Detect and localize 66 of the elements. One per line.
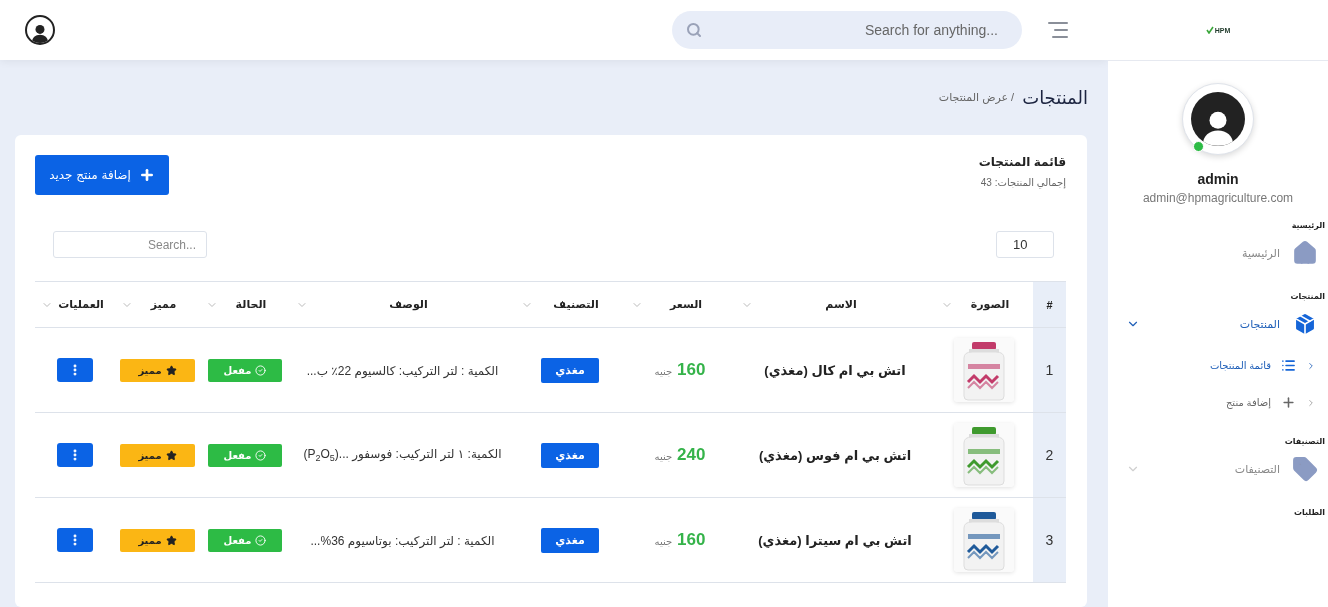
column-header[interactable]: مميز [115, 281, 200, 328]
description: الكمية : لتر التركيب: بوتاسيوم 36%... [310, 533, 495, 548]
user-name: admin [1197, 171, 1239, 187]
search-field[interactable]: Search for anything... [672, 11, 1022, 49]
column-header[interactable]: الحالة [200, 281, 290, 328]
section-title: الطلبات [1292, 508, 1326, 517]
table-search-field[interactable]: Search... [53, 231, 207, 258]
chevron-icon [1306, 360, 1316, 371]
currency: جنيه [654, 366, 673, 377]
breadcrumb: / عرض المنتجات [938, 91, 1015, 104]
star-icon [165, 449, 177, 461]
row-number: 2 [1045, 447, 1054, 463]
column-header[interactable]: العمليات [35, 281, 115, 328]
add-product-button[interactable]: إضافة منتج جديد [35, 155, 169, 195]
products-total: إجمالي المنتجات: 43 [979, 177, 1066, 188]
product-name: اتش بي ام كال (مغذي) [764, 362, 906, 378]
description: الكمية : لتر التركيب: كالسيوم 22٪ ب... [306, 363, 499, 378]
plus-icon [138, 167, 155, 183]
product-name: اتش بي ام فوس (مغذي) [758, 447, 912, 463]
section-title: المنتجات [1289, 292, 1326, 301]
currency: جنيه [654, 536, 673, 547]
column-header[interactable]: الاسم [735, 281, 935, 328]
check-icon [255, 534, 267, 546]
row-number: 1 [1045, 362, 1054, 378]
actions-button[interactable] [57, 443, 93, 467]
category-badge: مغذي [541, 442, 599, 468]
actions-button[interactable] [57, 528, 93, 552]
product-name: اتش بي ام سيترا (مغذي) [758, 532, 912, 548]
section-title: الرئيسية [1290, 221, 1326, 230]
sidebar-item[interactable]: الرئيسية [1108, 230, 1328, 276]
sidebar-subitem[interactable]: إضافة منتج [1108, 384, 1328, 421]
sidebar-subitem[interactable]: قائمة المنتجات [1108, 347, 1328, 384]
featured-badge[interactable]: مميز [120, 528, 195, 552]
list-icon [1281, 358, 1296, 373]
row-number: 3 [1045, 532, 1054, 548]
currency: جنيه [654, 451, 673, 462]
sidebar-item[interactable]: التصنيفات [1108, 446, 1328, 492]
check-icon [255, 364, 267, 376]
check-icon [255, 449, 267, 461]
actions-button[interactable] [57, 358, 93, 382]
price: 240 [677, 445, 706, 465]
search-icon [686, 22, 702, 38]
column-header[interactable]: الصورة [935, 281, 1033, 328]
price: 160 [677, 530, 706, 550]
column-header[interactable]: التصنيف [515, 281, 625, 328]
featured-badge[interactable]: مميز [120, 358, 195, 382]
column-header[interactable]: الوصف [290, 281, 515, 328]
sidebar-item[interactable]: المنتجات [1108, 301, 1328, 347]
page-title: المنتجات [1022, 86, 1088, 109]
section-title: التصنيفات [1283, 437, 1326, 446]
featured-badge[interactable]: مميز [120, 443, 195, 467]
tag-icon [1292, 456, 1318, 482]
plus-icon [1281, 395, 1296, 410]
star-icon [165, 364, 177, 376]
user-email: admin@hpmagriculture.com [1142, 191, 1294, 205]
chevron-icon [1306, 397, 1316, 408]
category-badge: مغذي [541, 357, 599, 383]
user-avatar[interactable] [25, 15, 55, 45]
column-header: # [1033, 281, 1066, 328]
star-icon [165, 534, 177, 546]
column-header[interactable]: السعر [625, 281, 735, 328]
page-length-select[interactable]: 10 [996, 231, 1054, 258]
category-badge: مغذي [541, 527, 599, 553]
price: 160 [677, 360, 706, 380]
card-title: قائمة المنتجات [978, 155, 1066, 169]
home-icon [1292, 240, 1318, 266]
